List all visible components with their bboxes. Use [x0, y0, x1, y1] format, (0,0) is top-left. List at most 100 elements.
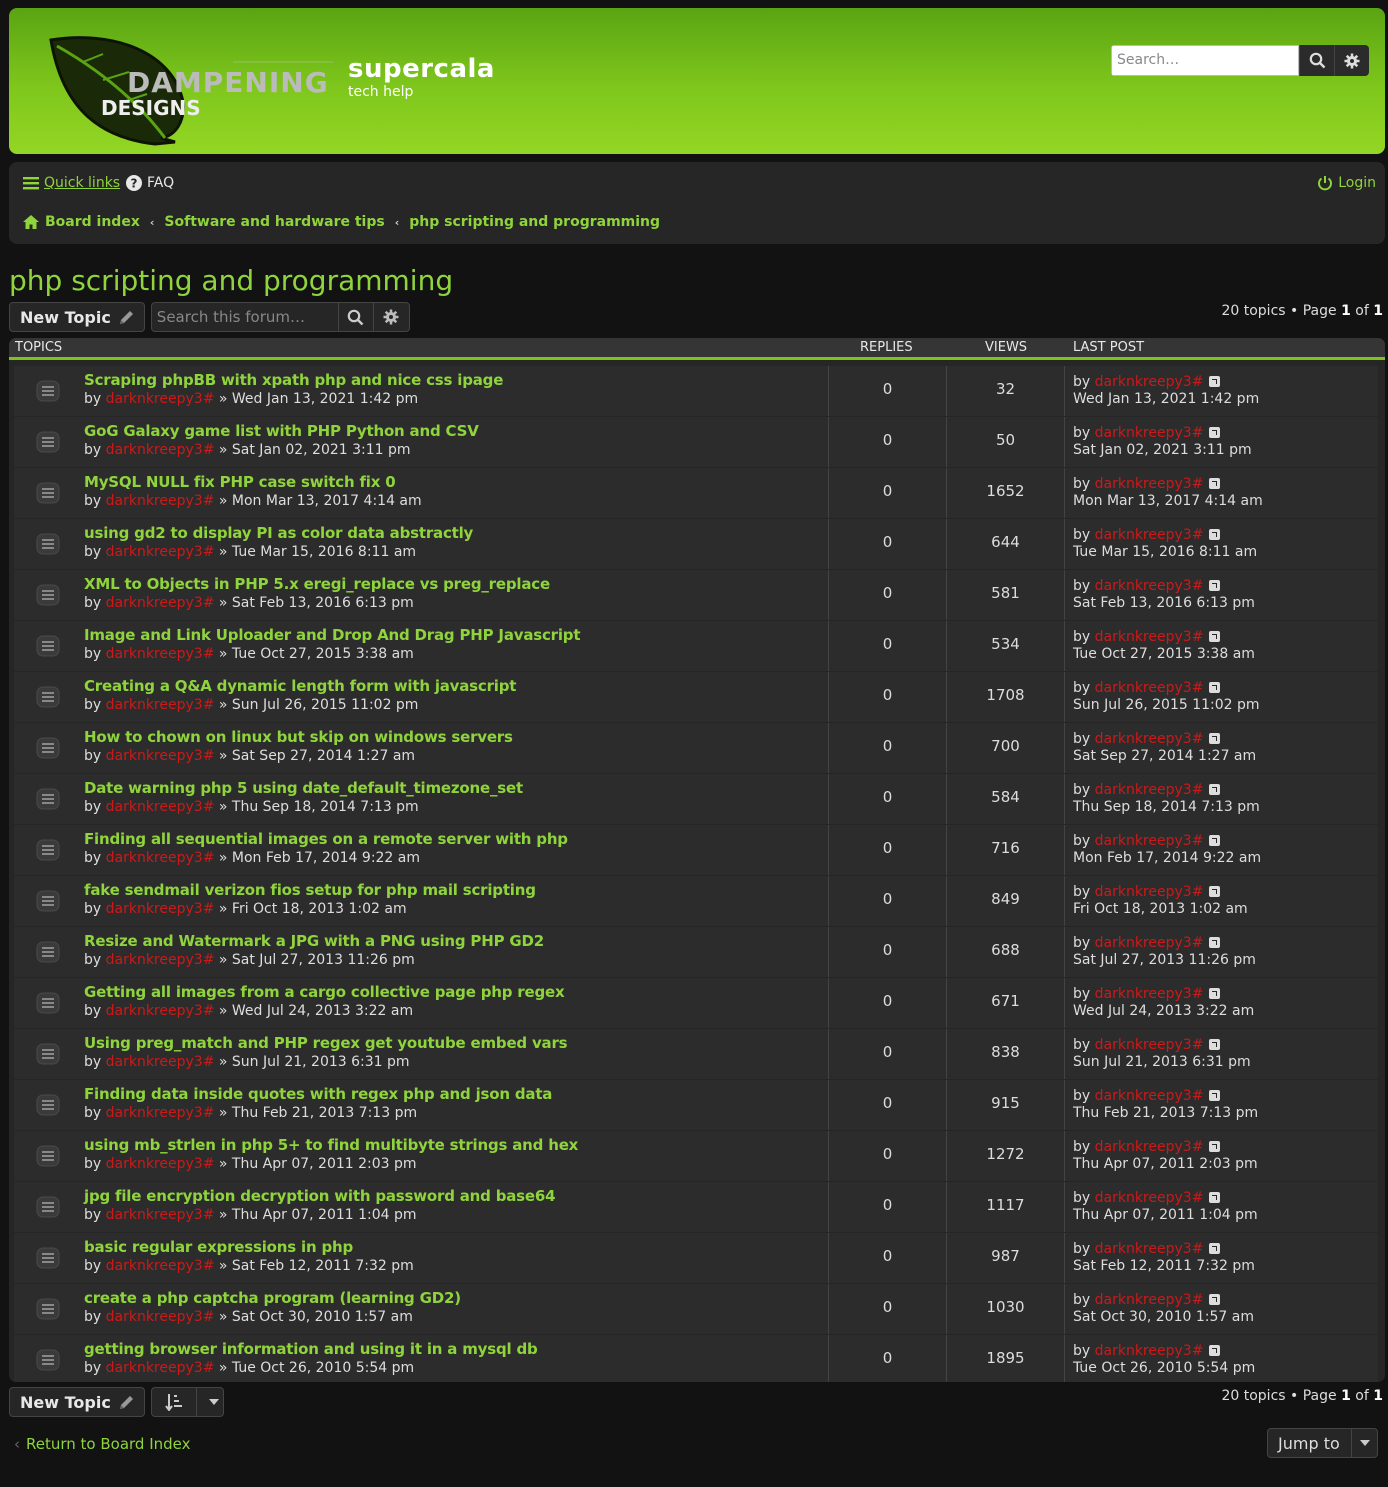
topic-author-link[interactable]: darknkreepy3#	[106, 1360, 215, 1376]
topic-title-link[interactable]: Finding data inside quotes with regex ph…	[84, 1085, 552, 1103]
last-post-author-link[interactable]: darknkreepy3#	[1095, 680, 1204, 696]
goto-last-post-icon[interactable]	[1209, 784, 1221, 795]
topic-author-link[interactable]: darknkreepy3#	[106, 442, 215, 458]
last-post-author-link[interactable]: darknkreepy3#	[1095, 1190, 1204, 1206]
goto-last-post-icon[interactable]	[1209, 529, 1221, 540]
topic-author-link[interactable]: darknkreepy3#	[106, 697, 215, 713]
topic-author-link[interactable]: darknkreepy3#	[106, 1207, 215, 1223]
topic-title-link[interactable]: XML to Objects in PHP 5.x eregi_replace …	[84, 575, 550, 593]
last-post-author-link[interactable]: darknkreepy3#	[1095, 1139, 1204, 1155]
last-post-author-link[interactable]: darknkreepy3#	[1095, 1241, 1204, 1257]
last-post-author-link[interactable]: darknkreepy3#	[1095, 782, 1204, 798]
goto-last-post-icon[interactable]	[1209, 580, 1221, 591]
last-post-author-link[interactable]: darknkreepy3#	[1095, 374, 1204, 390]
login-link[interactable]: Login	[1317, 175, 1376, 191]
breadcrumb-php-scripting[interactable]: php scripting and programming	[409, 214, 660, 230]
breadcrumb-software-hardware[interactable]: Software and hardware tips	[164, 214, 384, 230]
topic-author-link[interactable]: darknkreepy3#	[106, 1258, 215, 1274]
topic-title-link[interactable]: Date warning php 5 using date_default_ti…	[84, 779, 523, 797]
topic-author-link[interactable]: darknkreepy3#	[106, 646, 215, 662]
goto-last-post-icon[interactable]	[1209, 1243, 1221, 1254]
goto-last-post-icon[interactable]	[1209, 1141, 1221, 1152]
goto-last-post-icon[interactable]	[1209, 988, 1221, 999]
last-post-author-link[interactable]: darknkreepy3#	[1095, 731, 1204, 747]
goto-last-post-icon[interactable]	[1209, 1294, 1221, 1305]
last-post-author-link[interactable]: darknkreepy3#	[1095, 1037, 1204, 1053]
last-post-author-link[interactable]: darknkreepy3#	[1095, 476, 1204, 492]
goto-last-post-icon[interactable]	[1209, 1345, 1221, 1356]
last-post-author-link[interactable]: darknkreepy3#	[1095, 1292, 1204, 1308]
topic-author-link[interactable]: darknkreepy3#	[106, 952, 215, 968]
topic-author-link[interactable]: darknkreepy3#	[106, 544, 215, 560]
topic-author-link[interactable]: darknkreepy3#	[106, 1003, 215, 1019]
last-post-author-link[interactable]: darknkreepy3#	[1095, 578, 1204, 594]
last-post-author-link[interactable]: darknkreepy3#	[1095, 527, 1204, 543]
new-topic-button-bottom[interactable]: New Topic	[9, 1387, 145, 1417]
site-title[interactable]: supercala	[348, 54, 495, 84]
goto-last-post-icon[interactable]	[1209, 1039, 1221, 1050]
forum-search-button[interactable]	[339, 303, 374, 331]
header-search-button[interactable]	[1299, 45, 1334, 76]
topic-title-link[interactable]: using gd2 to display PI as color data ab…	[84, 524, 473, 542]
topic-author-link[interactable]: darknkreepy3#	[106, 493, 215, 509]
goto-last-post-icon[interactable]	[1209, 1192, 1221, 1203]
goto-last-post-icon[interactable]	[1209, 682, 1221, 693]
topic-author-link[interactable]: darknkreepy3#	[106, 595, 215, 611]
topic-author-link[interactable]: darknkreepy3#	[106, 391, 215, 407]
return-to-board-index-link[interactable]: ‹ Return to Board Index	[14, 1435, 191, 1453]
last-post-author-link[interactable]: darknkreepy3#	[1095, 833, 1204, 849]
topic-author-link[interactable]: darknkreepy3#	[106, 850, 215, 866]
goto-last-post-icon[interactable]	[1209, 478, 1221, 489]
forum-advanced-search-button[interactable]	[374, 303, 409, 331]
topic-title-link[interactable]: Scraping phpBB with xpath php and nice c…	[84, 371, 503, 389]
site-logo[interactable]: DAMPENING DESIGNS	[43, 32, 333, 148]
quick-links-menu[interactable]: Quick links	[23, 175, 120, 191]
topic-title-link[interactable]: fake sendmail verizon fios setup for php…	[84, 881, 536, 899]
topic-title-link[interactable]: How to chown on linux but skip on window…	[84, 728, 513, 746]
last-post-author-link[interactable]: darknkreepy3#	[1095, 425, 1204, 441]
topic-title-link[interactable]: Resize and Watermark a JPG with a PNG us…	[84, 932, 544, 950]
topic-title-link[interactable]: MySQL NULL fix PHP case switch fix 0	[84, 473, 396, 491]
goto-last-post-icon[interactable]	[1209, 376, 1221, 387]
breadcrumb-board-index[interactable]: Board index	[45, 214, 140, 230]
jump-to-dropdown[interactable]: Jump to	[1267, 1428, 1378, 1458]
header-search-input[interactable]: Search…	[1111, 45, 1299, 76]
sort-options-button[interactable]	[150, 1387, 224, 1417]
topic-title-link[interactable]: basic regular expressions in php	[84, 1238, 353, 1256]
faq-link[interactable]: ? FAQ	[126, 175, 174, 191]
topic-title-link[interactable]: jpg file encryption decryption with pass…	[84, 1187, 556, 1205]
goto-last-post-icon[interactable]	[1209, 886, 1221, 897]
goto-last-post-icon[interactable]	[1209, 427, 1221, 438]
topic-title-link[interactable]: Creating a Q&A dynamic length form with …	[84, 677, 516, 695]
forum-search-input[interactable]: Search this forum…	[152, 303, 339, 331]
topic-title-link[interactable]: getting browser information and using it…	[84, 1340, 538, 1358]
topic-title-link[interactable]: using mb_strlen in php 5+ to find multib…	[84, 1136, 578, 1154]
goto-last-post-icon[interactable]	[1209, 937, 1221, 948]
last-post-author-link[interactable]: darknkreepy3#	[1095, 935, 1204, 951]
topic-author-link[interactable]: darknkreepy3#	[106, 748, 215, 764]
topic-title-link[interactable]: Using preg_match and PHP regex get youtu…	[84, 1034, 568, 1052]
topic-title-link[interactable]: Image and Link Uploader and Drop And Dra…	[84, 626, 581, 644]
topic-title-link[interactable]: Finding all sequential images on a remot…	[84, 830, 568, 848]
header-advanced-search-button[interactable]	[1334, 45, 1369, 76]
last-post-author-link[interactable]: darknkreepy3#	[1095, 1088, 1204, 1104]
goto-last-post-icon[interactable]	[1209, 733, 1221, 744]
new-topic-button[interactable]: New Topic	[9, 302, 145, 332]
last-post-author-link[interactable]: darknkreepy3#	[1095, 986, 1204, 1002]
topic-author-link[interactable]: darknkreepy3#	[106, 1054, 215, 1070]
goto-last-post-icon[interactable]	[1209, 835, 1221, 846]
topic-title-link[interactable]: create a php captcha program (learning G…	[84, 1289, 461, 1307]
topic-author-link[interactable]: darknkreepy3#	[106, 1156, 215, 1172]
last-post-author-link[interactable]: darknkreepy3#	[1095, 629, 1204, 645]
topic-author-link[interactable]: darknkreepy3#	[106, 799, 215, 815]
goto-last-post-icon[interactable]	[1209, 1090, 1221, 1101]
topic-author-link[interactable]: darknkreepy3#	[106, 1309, 215, 1325]
goto-last-post-icon[interactable]	[1209, 631, 1221, 642]
topic-author-link[interactable]: darknkreepy3#	[106, 901, 215, 917]
topic-title-link[interactable]: Getting all images from a cargo collecti…	[84, 983, 565, 1001]
last-post-author-link[interactable]: darknkreepy3#	[1095, 1343, 1204, 1359]
topic-author-link[interactable]: darknkreepy3#	[106, 1105, 215, 1121]
last-post-author-link[interactable]: darknkreepy3#	[1095, 884, 1204, 900]
topic-title-link[interactable]: GoG Galaxy game list with PHP Python and…	[84, 422, 479, 440]
page-title[interactable]: php scripting and programming	[9, 264, 453, 297]
